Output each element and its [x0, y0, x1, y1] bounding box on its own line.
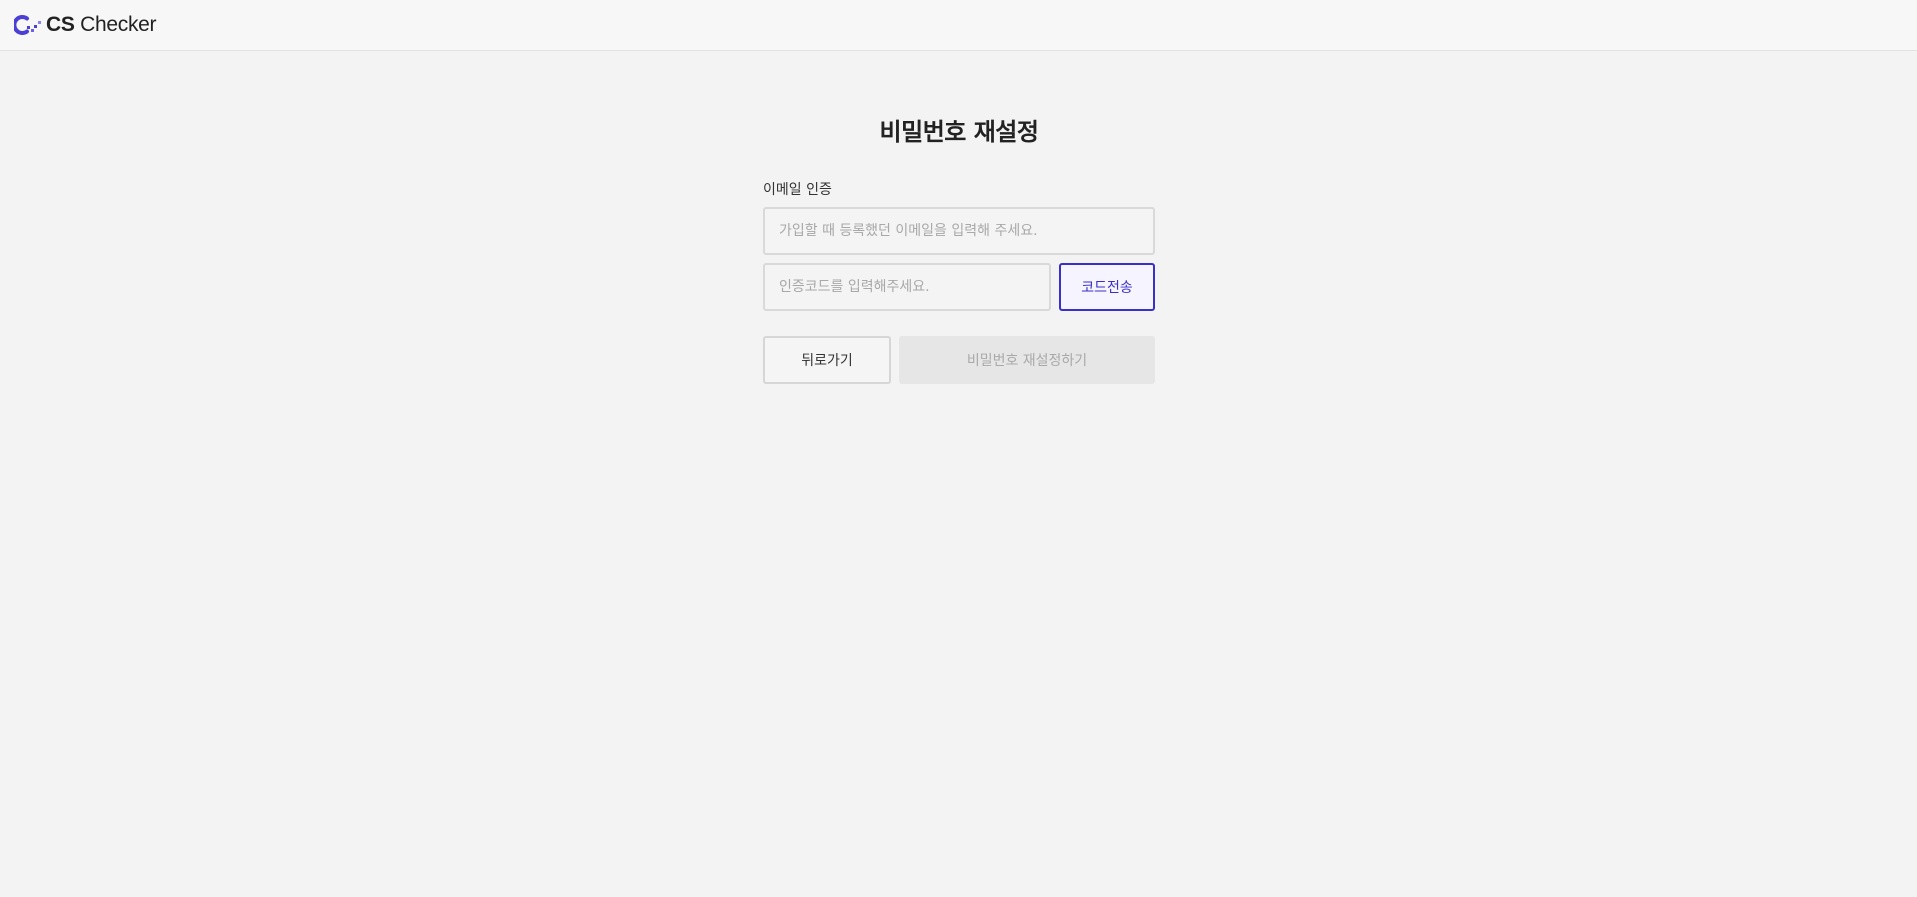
form-actions: 뒤로가기 비밀번호 재설정하기	[763, 336, 1155, 384]
code-row: 코드전송	[763, 263, 1155, 311]
logo[interactable]: CS Checker	[14, 13, 157, 37]
logo-text-light: Checker	[80, 13, 157, 36]
password-reset-form: 비밀번호 재설정 이메일 인증 코드전송 뒤로가기 비밀번호 재설정하기	[763, 112, 1155, 384]
email-verification-label: 이메일 인증	[763, 182, 832, 198]
logo-text-bold: CS	[46, 13, 75, 36]
send-code-button[interactable]: 코드전송	[1059, 263, 1155, 311]
logo-text: CS Checker	[46, 13, 157, 37]
cs-checker-logo-icon	[14, 15, 41, 35]
top-bar: CS Checker	[0, 0, 1917, 51]
reset-password-button[interactable]: 비밀번호 재설정하기	[899, 336, 1155, 384]
back-button[interactable]: 뒤로가기	[763, 336, 891, 384]
page-title: 비밀번호 재설정	[879, 118, 1039, 146]
verification-code-input[interactable]	[763, 263, 1051, 311]
email-input[interactable]	[763, 207, 1155, 255]
